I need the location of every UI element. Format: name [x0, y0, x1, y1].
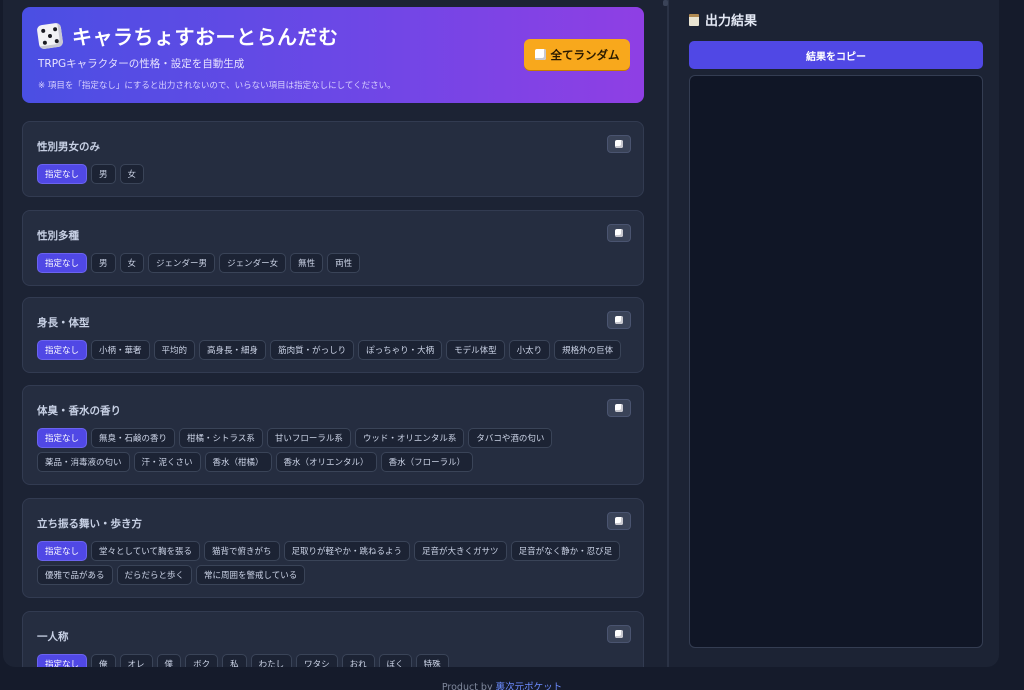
dice-icon — [615, 630, 623, 638]
option-chip[interactable]: だらだらと歩く — [116, 565, 193, 585]
section-title: 立ち振る舞い・歩き方 — [37, 518, 142, 530]
page-title: キャラちょすおーとらんだむ — [72, 25, 339, 49]
option-chip[interactable]: タバコや酒の匂い — [468, 428, 553, 448]
section-title: 性別多種 — [37, 230, 79, 242]
option-chip[interactable]: 特殊 — [415, 654, 449, 667]
app-window: キャラちょすおーとらんだむ TRPGキャラクターの性格・設定を自動生成 ※ 項目… — [3, 0, 999, 667]
panel-divider — [667, 0, 669, 667]
option-chip[interactable]: 足音がなく静か・忍び足 — [510, 541, 621, 561]
output-textarea[interactable] — [689, 75, 983, 648]
dice-icon — [615, 404, 623, 412]
section-random-button[interactable] — [607, 224, 631, 242]
option-chip[interactable]: 柑橘・シトラス系 — [179, 428, 263, 448]
option-chip[interactable]: モデル体型 — [446, 340, 505, 360]
option-chip[interactable]: 指定なし — [37, 164, 88, 184]
scrollbar-thumb[interactable] — [663, 0, 668, 6]
option-chips: 指定なし男女 — [37, 164, 629, 184]
option-chip[interactable]: 甘いフローラル系 — [266, 428, 351, 448]
option-chip[interactable]: 高身長・細身 — [199, 340, 267, 360]
option-chip[interactable]: 筋肉質・がっしり — [270, 340, 355, 360]
option-chips: 指定なし 堂々としていて胸を張る 猫背で俯きがち 足取りが軽やか・跳ねるよう 足音が大き… — [37, 541, 629, 585]
section-title: 性別男女のみ — [37, 141, 100, 153]
dice-icon — [534, 49, 546, 60]
option-chip[interactable]: 規格外の巨体 — [554, 340, 622, 360]
option-chip[interactable]: 無臭・石鹸の香り — [91, 428, 176, 448]
footer-prefix: Product by — [441, 682, 493, 690]
clipboard-icon — [689, 13, 699, 26]
option-chip[interactable]: 私 — [222, 654, 247, 667]
option-chip[interactable]: 足音が大きくガサツ — [414, 541, 507, 561]
output-title: 出力結果 — [689, 10, 757, 29]
option-section: 身長・体型指定なし 小柄・華奢 平均的 高身長・細身 筋肉質・がっしり ぽっちゃり・大柄モ… — [22, 297, 644, 373]
option-chip[interactable]: 指定なし — [37, 541, 88, 561]
section-random-button[interactable] — [607, 399, 631, 417]
settings-panel: キャラちょすおーとらんだむ TRPGキャラクターの性格・設定を自動生成 ※ 項目… — [3, 0, 667, 667]
option-chip[interactable]: 香水（フローラル） — [380, 452, 474, 472]
option-chip[interactable]: ウッド・オリエンタル系 — [354, 428, 465, 448]
option-chip[interactable]: オレ — [119, 654, 153, 667]
option-section: 一人称指定なし俺オレ僕ボク私わたし ワタシ おれ ぼく 特殊 — [22, 611, 644, 667]
option-chip[interactable]: わたし — [250, 654, 293, 667]
option-chip[interactable]: 指定なし — [37, 253, 88, 273]
page-note: ※ 項目を「指定なし」にすると出力されないので、いらない項目は指定なしにしてくだ… — [38, 81, 396, 91]
option-chip[interactable]: 香水（オリエンタル） — [275, 452, 377, 472]
option-chip[interactable]: 指定なし — [37, 428, 88, 448]
option-chips: 指定なし 小柄・華奢 平均的 高身長・細身 筋肉質・がっしり ぽっちゃり・大柄 モデル体型小… — [37, 340, 629, 360]
option-chip[interactable]: 堂々としていて胸を張る — [91, 541, 201, 561]
option-chip[interactable]: ボク — [185, 654, 219, 667]
option-chip[interactable]: ジェンダー女 — [219, 253, 287, 273]
option-chip[interactable]: 猫背で俯きがち — [204, 541, 280, 561]
all-random-button[interactable]: 全てランダム — [524, 39, 630, 70]
dice-icon — [615, 140, 623, 148]
footer: Product by 裏次元ポケット — [0, 679, 1004, 690]
copy-result-button[interactable]: 結果をコピー — [689, 41, 983, 69]
header-banner: キャラちょすおーとらんだむ TRPGキャラクターの性格・設定を自動生成 ※ 項目… — [22, 7, 644, 103]
option-chip[interactable]: 薬品・消毒液の匂い — [37, 452, 130, 472]
output-title-text: 出力結果 — [705, 14, 758, 29]
option-chip[interactable]: 指定なし — [37, 340, 88, 360]
option-chip[interactable]: 女 — [119, 253, 145, 273]
footer-link[interactable]: 裏次元ポケット — [496, 682, 563, 690]
section-title: 一人称 — [37, 631, 69, 643]
option-chip[interactable]: おれ — [341, 654, 375, 667]
dice-icon — [615, 517, 623, 525]
option-chip[interactable]: 女 — [119, 164, 145, 184]
option-section: 体臭・香水の香り指定なし 無臭・石鹸の香り 柑橘・シトラス系 甘いフローラル系 ウッド・… — [22, 385, 644, 485]
option-chip[interactable]: 平均的 — [153, 340, 196, 360]
all-random-label: 全てランダム — [550, 47, 620, 62]
option-chip[interactable]: 指定なし — [37, 654, 88, 667]
option-chip[interactable]: 男 — [91, 253, 116, 273]
option-chip[interactable]: 小柄・華奢 — [91, 340, 150, 360]
option-section: 立ち振る舞い・歩き方指定なし 堂々としていて胸を張る 猫背で俯きがち 足取りが軽やか・… — [22, 498, 644, 598]
option-chip[interactable]: 無性 — [290, 253, 324, 273]
option-chip[interactable]: 小太り — [508, 340, 551, 360]
option-chip[interactable]: 僕 — [156, 654, 182, 667]
option-chip[interactable]: 足取りが軽やか・跳ねるよう — [283, 541, 411, 561]
section-random-button[interactable] — [607, 135, 631, 153]
option-section: 性別多種指定なし男女ジェンダー男 ジェンダー女 無性 両性 — [22, 210, 644, 286]
option-chips: 指定なし 無臭・石鹸の香り 柑橘・シトラス系 甘いフローラル系 ウッド・オリエンタル系タ… — [37, 428, 629, 472]
option-chip[interactable]: 男 — [91, 164, 116, 184]
section-random-button[interactable] — [607, 625, 631, 643]
option-chip[interactable]: ぼく — [378, 654, 412, 667]
option-chip[interactable]: 優雅で品がある — [37, 565, 113, 585]
option-chip[interactable]: 俺 — [91, 654, 116, 667]
dice-icon — [615, 229, 623, 237]
option-chip[interactable]: ジェンダー男 — [148, 253, 216, 273]
dice-icon — [615, 316, 623, 324]
option-chip[interactable]: ぽっちゃり・大柄 — [358, 340, 443, 360]
option-chip[interactable]: 汗・泥くさい — [133, 452, 201, 472]
option-chip[interactable]: 香水（柑橘） — [204, 452, 272, 472]
option-chip[interactable]: 常に周囲を警戒している — [196, 565, 306, 585]
option-section: 性別男女のみ指定なし男女 — [22, 121, 644, 197]
option-chip[interactable]: ワタシ — [296, 654, 338, 667]
option-chips: 指定なし俺オレ僕ボク私わたし ワタシ おれ ぼく 特殊 — [37, 654, 629, 667]
section-random-button[interactable] — [607, 512, 631, 530]
option-chip[interactable]: 両性 — [327, 253, 361, 273]
section-title: 体臭・香水の香り — [37, 405, 121, 417]
option-chips: 指定なし男女ジェンダー男 ジェンダー女 無性 両性 — [37, 253, 629, 273]
dice-icon — [36, 21, 64, 50]
section-title: 身長・体型 — [37, 317, 90, 329]
section-random-button[interactable] — [607, 311, 631, 329]
